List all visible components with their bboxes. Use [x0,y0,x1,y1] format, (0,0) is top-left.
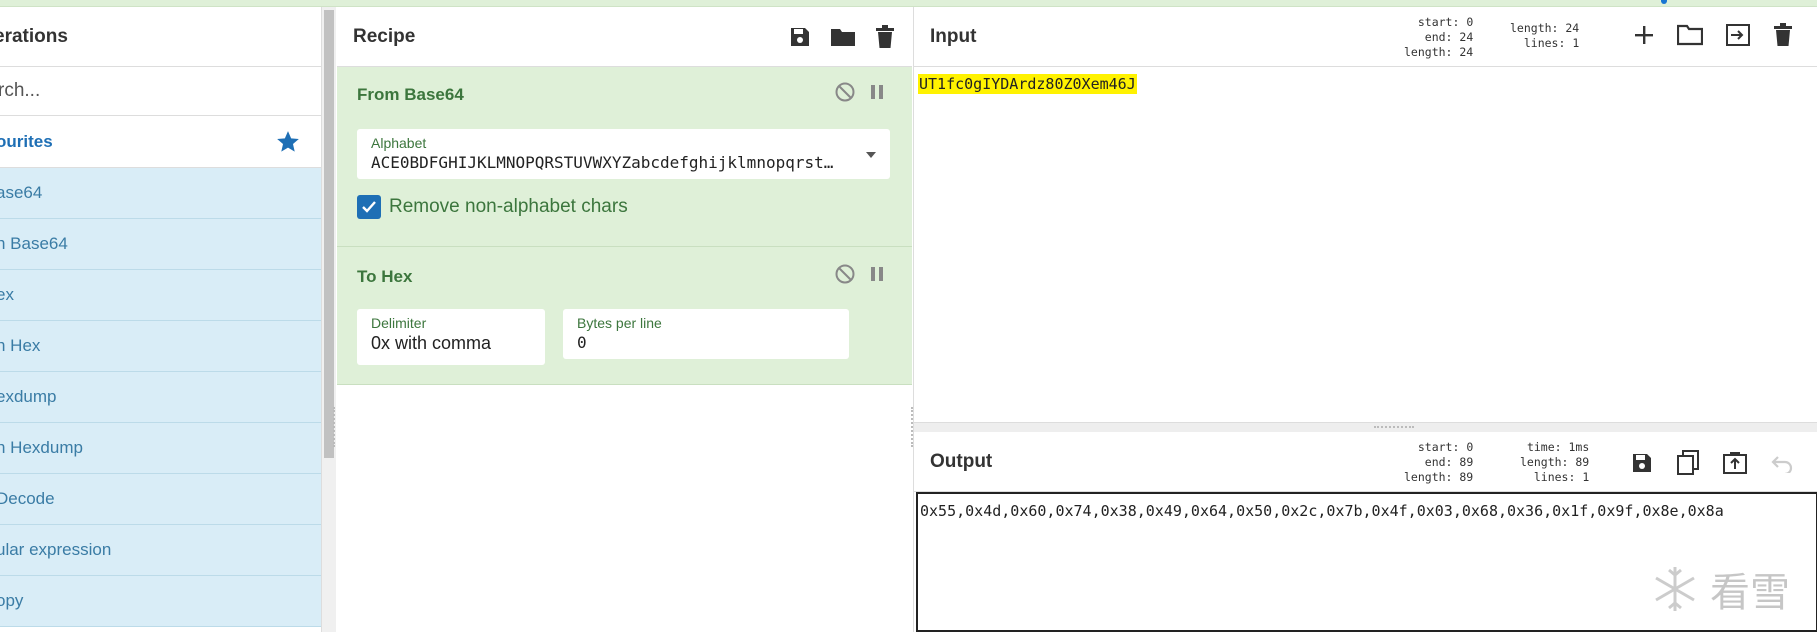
save-icon[interactable] [788,25,812,49]
operations-search-input[interactable]: rch... [0,67,321,116]
recipe-panel: Recipe From Base64 Alphabet ACE0BDFGHIJK… [333,7,913,632]
delimiter-value: 0x with comma [371,333,492,353]
operations-header: erations [0,7,321,67]
favourites-label: ourites [0,131,53,151]
alphabet-label: Alphabet [371,135,427,151]
operation-item[interactable]: opy [0,576,321,627]
stat-line: length: 24 [1510,21,1580,35]
divider-grip[interactable] [1374,426,1414,430]
search-placeholder: rch... [0,80,41,101]
operation-item[interactable]: Decode [0,474,321,525]
operation-item[interactable]: ex [0,270,321,321]
op-title: From Base64 [357,85,464,104]
operation-label: ex [0,285,14,304]
watermark: 看雪 [1650,560,1790,618]
recipe-op-to-hex[interactable]: To Hex Delimiter 0x with comma Bytes per… [337,247,912,385]
op-title: To Hex [357,267,413,286]
operation-item[interactable]: ular expression [0,525,321,576]
operations-title: erations [0,25,68,47]
input-length-stats: length: 24 lines: 1 [1510,21,1579,51]
stat-line: length: 89 [1520,455,1590,469]
copy-icon[interactable] [1676,450,1700,476]
delimiter-field[interactable]: Delimiter 0x with comma [357,309,545,365]
star-icon[interactable] [275,129,301,155]
caret-down-icon[interactable] [866,152,876,158]
stat-line: length: 24 [1404,45,1474,59]
operation-label: opy [0,591,24,610]
recipe-header: Recipe [337,7,912,67]
trash-icon[interactable] [874,24,896,49]
operation-label: exdump [0,387,57,406]
favourites-category[interactable]: ourites [0,116,321,168]
operation-item[interactable]: n Hex [0,321,321,372]
operation-item[interactable]: n Base64 [0,219,321,270]
disable-icon[interactable] [834,263,856,285]
input-selection-stats: start: 0 end: 24 length: 24 [1404,15,1473,60]
stat-line: lines: 1 [1523,36,1580,50]
operations-scrollbar-thumb[interactable] [324,10,334,458]
operations-panel: erations rch... ourites ase64 n Base64 e… [0,7,322,632]
output-info-stats: time: 1ms length: 89 lines: 1 [1520,440,1589,485]
operation-label: n Hexdump [0,438,83,457]
stat-line: lines: 1 [1533,470,1590,484]
operation-label: n Hex [0,336,41,355]
recipe-title: Recipe [353,25,416,47]
plus-icon[interactable] [1633,24,1655,46]
stat-line: end: 89 [1424,455,1474,469]
recipe-op-from-base64[interactable]: From Base64 Alphabet ACE0BDFGHIJKLMNOPQR… [337,67,912,247]
remove-non-alphabet-checkbox[interactable]: Remove non-alphabet chars [357,195,628,219]
save-icon[interactable] [1630,451,1654,475]
stat-line: start: 0 [1417,15,1474,29]
stat-line: end: 24 [1424,30,1474,44]
operation-label: ase64 [0,183,43,202]
bytes-per-line-field[interactable]: Bytes per line 0 [563,309,849,359]
disable-icon[interactable] [834,81,856,103]
bytes-per-line-value: 0 [577,333,587,352]
operation-label: ular expression [0,540,112,559]
input-import-icon[interactable] [1725,23,1751,47]
stat-line: length: 89 [1404,470,1474,484]
top-bar [0,0,1817,7]
check-icon [362,201,376,213]
alphabet-field[interactable]: Alphabet ACE0BDFGHIJKLMNOPQRSTUVWXYZabcd… [357,129,890,179]
delimiter-label: Delimiter [371,315,427,331]
snowflake-logo-icon [1655,567,1695,611]
input-header: Input start: 0 end: 24 length: 24 length… [914,7,1817,67]
top-indicator [1661,0,1667,4]
watermark-text: 看雪 [1710,570,1790,616]
folder-open-icon[interactable] [1677,24,1703,46]
input-text: UT1fc0gIYDArdz80Z0Xem46J [918,74,1137,94]
stat-line: start: 0 [1417,440,1474,454]
operation-item[interactable]: ase64 [0,168,321,219]
io-divider[interactable] [914,422,1817,432]
resize-handle[interactable] [333,407,337,447]
operation-label: Decode [0,489,55,508]
output-selection-stats: start: 0 end: 89 length: 89 [1404,440,1473,485]
stat-line: time: 1ms [1526,440,1590,454]
output-header: Output start: 0 end: 89 length: 89 time:… [914,432,1817,492]
folder-icon[interactable] [830,25,856,49]
alphabet-value: ACE0BDFGHIJKLMNOPQRSTUVWXYZabcdefghijklm… [371,153,836,172]
input-title: Input [930,25,977,47]
output-text: 0x55,0x4d,0x60,0x74,0x38,0x49,0x64,0x50,… [920,502,1724,520]
pause-icon[interactable] [870,84,884,100]
pause-icon[interactable] [870,266,884,282]
operation-item[interactable]: n Hexdump [0,423,321,474]
checkbox-label: Remove non-alphabet chars [389,196,628,217]
input-textarea[interactable]: UT1fc0gIYDArdz80Z0Xem46J [918,74,1137,94]
bytes-per-line-label: Bytes per line [577,315,662,331]
checkbox-checked[interactable] [357,195,381,219]
operation-item[interactable]: exdump [0,372,321,423]
io-panel: Input start: 0 end: 24 length: 24 length… [913,7,1817,632]
trash-icon[interactable] [1773,23,1793,47]
replace-input-icon[interactable] [1722,451,1748,475]
undo-icon[interactable] [1770,453,1794,473]
operation-label: n Base64 [0,234,68,253]
output-title: Output [930,450,993,472]
